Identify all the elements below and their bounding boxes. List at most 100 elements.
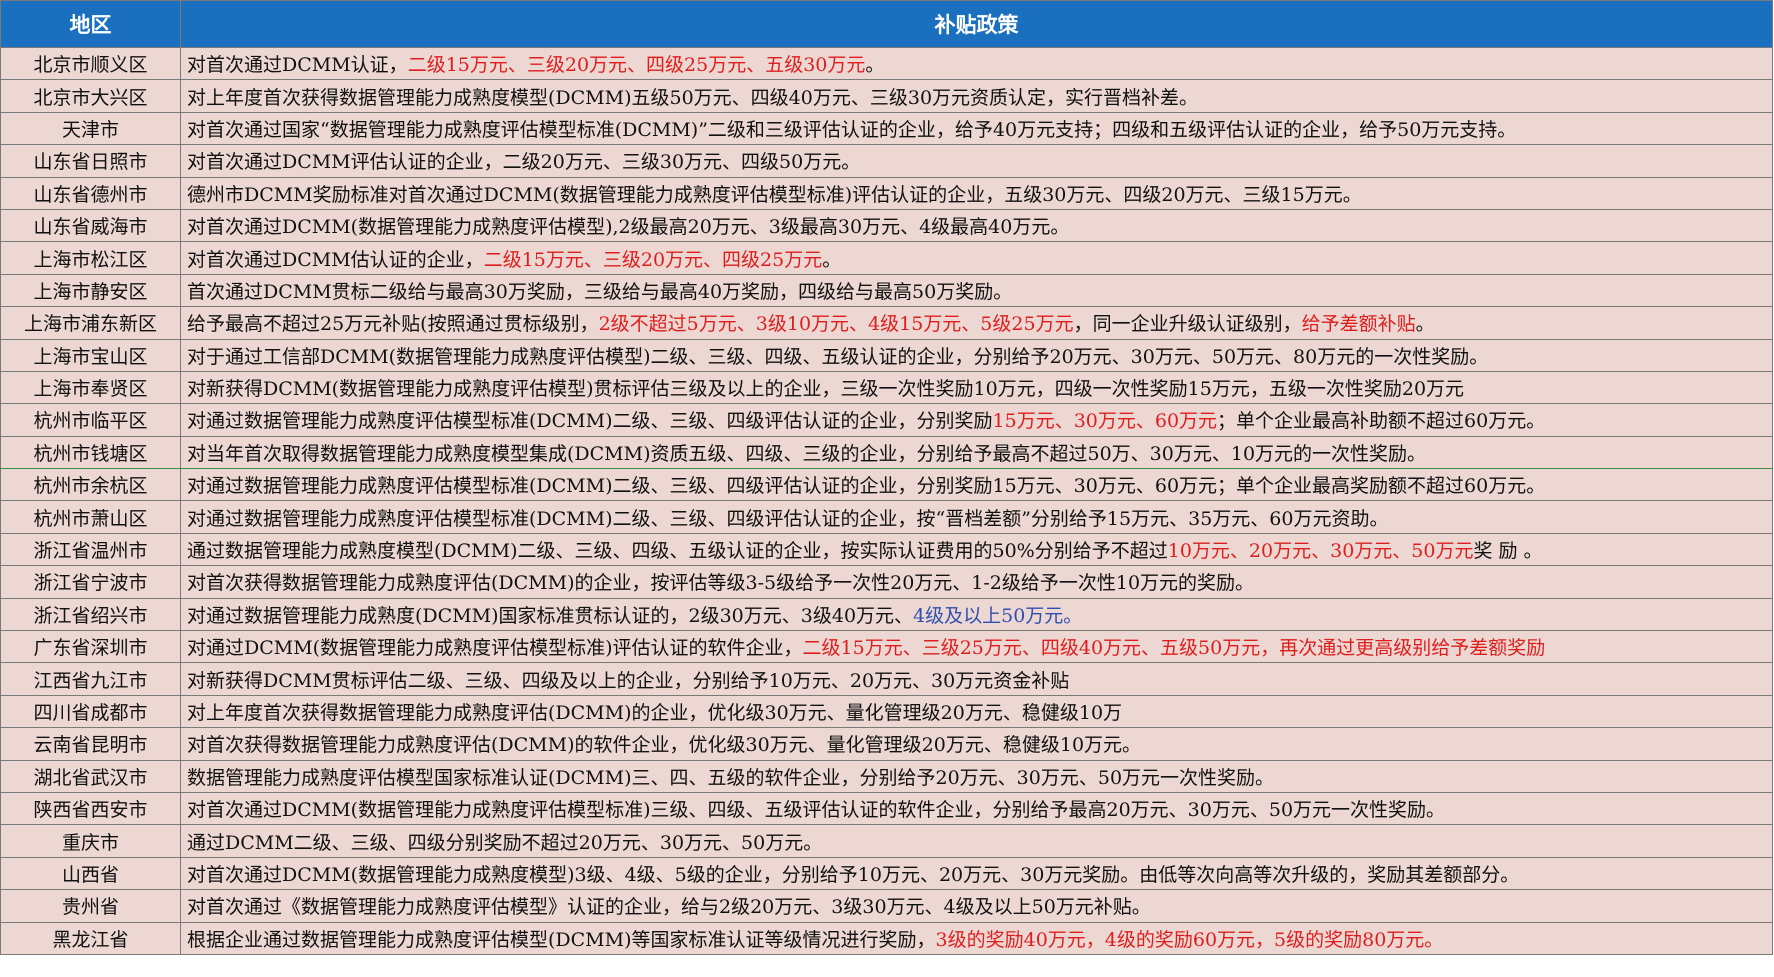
policy-cell[interactable]: 对首次获得数据管理能力成熟度评估(DCMM)的软件企业，优化级30万元、量化管理… bbox=[180, 727, 1773, 761]
region-cell[interactable]: 陕西省西安市 bbox=[0, 791, 181, 826]
region-cell[interactable]: 上海市浦东新区 bbox=[0, 306, 181, 340]
column-header-policy[interactable]: 补贴政策 bbox=[180, 0, 1773, 48]
policy-text: 对首次通过国家“数据管理能力成熟度评估模型标准(DCMM)”二级和三级评估认证的… bbox=[187, 118, 1517, 141]
table-row: 陕西省西安市 对首次通过DCMM(数据管理能力成熟度评估模型标准)三级、四级、五级… bbox=[0, 791, 1773, 826]
policy-text: 对通过DCMM(数据管理能力成熟度评估模型标准)评估认证的软件企业， bbox=[187, 637, 803, 660]
policy-cell[interactable]: 对新获得DCMM贯标评估二级、三级、四级及以上的企业，分别给予10万元、20万元… bbox=[180, 662, 1773, 696]
policy-text: 。 bbox=[822, 248, 842, 271]
policy-cell[interactable]: 对首次通过DCMM(数据管理能力成熟度模型)3级、4级、5级的企业，分别给予10… bbox=[180, 856, 1773, 891]
region-cell[interactable]: 北京市顺义区 bbox=[0, 46, 181, 81]
region-cell[interactable]: 山东省日照市 bbox=[0, 144, 181, 178]
table-row: 山东省日照市 对首次通过DCMM评估认证的企业，二级20万元、三级30万元、四级5… bbox=[0, 144, 1773, 178]
policy-cell[interactable]: 对通过DCMM(数据管理能力成熟度评估模型标准)评估认证的软件企业，二级15万元… bbox=[180, 630, 1773, 664]
region-cell[interactable]: 杭州市萧山区 bbox=[0, 500, 181, 534]
policy-text: ；单个企业最高补助额不超过60万元。 bbox=[1217, 410, 1546, 433]
policy-text: 对首次通过DCMM(数据管理能力成熟度模型)3级、4级、5级的企业，分别给予10… bbox=[187, 863, 1520, 886]
policy-cell[interactable]: 对上年度首次获得数据管理能力成熟度模型(DCMM)五级50万元、四级40万元、三… bbox=[180, 79, 1773, 113]
policy-text: ，同一企业升级认证级别， bbox=[1073, 313, 1302, 336]
table-row: 杭州市萧山区 对通过数据管理能力成熟度评估模型标准(DCMM)二级、三级、四级评估… bbox=[0, 500, 1773, 534]
table-row: 上海市浦东新区 给予最高不超过25万元补贴(按照通过贯标级别，2级不超过5万元、3… bbox=[0, 306, 1773, 340]
policy-cell[interactable]: 对首次通过DCMM评估认证的企业，二级20万元、三级30万元、四级50万元。 bbox=[180, 144, 1773, 178]
table-row: 山西省 对首次通过DCMM(数据管理能力成熟度模型)3级、4级、5级的企业，分别给… bbox=[0, 856, 1773, 891]
policy-cell[interactable]: 对上年度首次获得数据管理能力成熟度评估(DCMM)的企业，优化级30万元、量化管… bbox=[180, 694, 1773, 729]
region-cell[interactable]: 北京市大兴区 bbox=[0, 79, 181, 113]
policy-text: 对首次通过DCMM估认证的企业， bbox=[187, 248, 484, 271]
policy-text: 奖 励 。 bbox=[1473, 540, 1543, 563]
policy-cell[interactable]: 对通过数据管理能力成熟度(DCMM)国家标准贯标认证的，2级30万元、3级40万… bbox=[180, 597, 1773, 632]
policy-cell[interactable]: 给予最高不超过25万元补贴(按照通过贯标级别，2级不超过5万元、3级10万元、4… bbox=[180, 306, 1773, 340]
policy-text: 数据管理能力成熟度评估模型国家标准认证(DCMM)三、四、五级的软件企业，分别给… bbox=[187, 766, 1275, 789]
region-cell[interactable]: 上海市奉贤区 bbox=[0, 370, 181, 405]
policy-text: 对通过数据管理能力成熟度(DCMM)国家标准贯标认证的，2级30万元、3级40万… bbox=[187, 604, 914, 627]
highlighted-text: 3级的奖励40万元，4级的奖励60万元，5级的奖励80万元。 bbox=[935, 928, 1444, 951]
policy-text: 对首次通过DCMM(数据管理能力成熟度评估模型),2级最高20万元、3级最高30… bbox=[187, 216, 1070, 239]
policy-cell[interactable]: 对新获得DCMM(数据管理能力成熟度评估模型)贯标评估三级及以上的企业，三级一次… bbox=[180, 370, 1773, 405]
region-cell[interactable]: 上海市静安区 bbox=[0, 273, 181, 308]
table-row: 浙江省宁波市 对首次获得数据管理能力成熟度评估(DCMM)的企业，按评估等级3-5… bbox=[0, 565, 1773, 599]
region-cell[interactable]: 重庆市 bbox=[0, 824, 181, 858]
region-cell[interactable]: 浙江省绍兴市 bbox=[0, 597, 181, 632]
region-cell[interactable]: 广东省深圳市 bbox=[0, 630, 181, 664]
region-cell[interactable]: 杭州市钱塘区 bbox=[0, 435, 181, 470]
policy-cell[interactable]: 对当年首次取得数据管理能力成熟度模型集成(DCMM)资质五级、四级、三级的企业，… bbox=[180, 435, 1773, 470]
table-row: 云南省昆明市 对首次获得数据管理能力成熟度评估(DCMM)的软件企业，优化级30万… bbox=[0, 727, 1773, 761]
table-row: 上海市宝山区 对于通过工信部DCMM(数据管理能力成熟度评估模型)二级、三级、四级… bbox=[0, 338, 1773, 372]
policy-text: 通过数据管理能力成熟度模型(DCMM)二级、三级、四级、五级认证的企业，按实际认… bbox=[187, 540, 1168, 563]
region-cell[interactable]: 四川省成都市 bbox=[0, 694, 181, 729]
policy-cell[interactable]: 对首次通过国家“数据管理能力成熟度评估模型标准(DCMM)”二级和三级评估认证的… bbox=[180, 111, 1773, 146]
policy-cell[interactable]: 对通过数据管理能力成熟度评估模型标准(DCMM)二级、三级、四级评估认证的企业，… bbox=[180, 403, 1773, 437]
policy-cell[interactable]: 对首次通过DCMM(数据管理能力成熟度评估模型),2级最高20万元、3级最高30… bbox=[180, 208, 1773, 243]
region-cell[interactable]: 江西省九江市 bbox=[0, 662, 181, 696]
region-cell[interactable]: 山东省德州市 bbox=[0, 176, 181, 210]
region-cell[interactable]: 杭州市余杭区 bbox=[0, 468, 181, 502]
highlighted-text: 二级15万元、三级20万元、四级25万元 bbox=[483, 248, 823, 271]
policy-cell[interactable]: 对通过数据管理能力成熟度评估模型标准(DCMM)二级、三级、四级评估认证的企业，… bbox=[180, 500, 1773, 534]
region-cell[interactable]: 山东省威海市 bbox=[0, 208, 181, 243]
policy-cell[interactable]: 对首次获得数据管理能力成熟度评估(DCMM)的企业，按评估等级3-5级给予一次性… bbox=[180, 565, 1773, 599]
policy-cell[interactable]: 对通过数据管理能力成熟度评估模型标准(DCMM)二级、三级、四级评估认证的企业，… bbox=[180, 468, 1773, 502]
region-cell[interactable]: 杭州市临平区 bbox=[0, 403, 181, 437]
column-header-region[interactable]: 地区 bbox=[0, 0, 181, 48]
policy-text: 对当年首次取得数据管理能力成熟度模型集成(DCMM)资质五级、四级、三级的企业，… bbox=[187, 442, 1427, 465]
region-cell[interactable]: 黑龙江省 bbox=[0, 921, 181, 955]
highlighted-text: 10万元、20万元、30万元、50万元 bbox=[1167, 540, 1474, 563]
region-cell[interactable]: 湖北省武汉市 bbox=[0, 759, 181, 793]
region-cell[interactable]: 贵州省 bbox=[0, 889, 181, 923]
region-cell[interactable]: 浙江省宁波市 bbox=[0, 565, 181, 599]
policy-text: 。 bbox=[1415, 313, 1435, 336]
policy-cell[interactable]: 通过DCMM二级、三级、四级分别奖励不超过20万元、30万元、50万元。 bbox=[180, 824, 1773, 858]
policy-cell[interactable]: 对首次通过DCMM认证，二级15万元、三级20万元、四级25万元、五级30万元。 bbox=[180, 46, 1773, 81]
table-row: 上海市静安区 首次通过DCMM贯标二级给与最高30万奖励，三级给与最高40万奖励，… bbox=[0, 273, 1773, 308]
policy-cell[interactable]: 对于通过工信部DCMM(数据管理能力成熟度评估模型)二级、三级、四级、五级认证的… bbox=[180, 338, 1773, 372]
policy-cell[interactable]: 对首次通过《数据管理能力成熟度评估模型》认证的企业，给与2级20万元、3级30万… bbox=[180, 889, 1773, 923]
policy-text: 对首次通过DCMM(数据管理能力成熟度评估模型标准)三级、四级、五级评估认证的软… bbox=[187, 799, 1446, 822]
policy-text: 对首次通过DCMM认证， bbox=[187, 54, 408, 77]
policy-text: 给予最高不超过25万元补贴(按照通过贯标级别， bbox=[187, 313, 599, 336]
table-row: 山东省德州市 德州市DCMM奖励标准对首次通过DCMM(数据管理能力成熟度评估模型… bbox=[0, 176, 1773, 210]
policy-text: 对于通过工信部DCMM(数据管理能力成熟度评估模型)二级、三级、四级、五级认证的… bbox=[187, 345, 1489, 368]
table-row: 四川省成都市 对上年度首次获得数据管理能力成熟度评估(DCMM)的企业，优化级30… bbox=[0, 694, 1773, 729]
policy-text: 对通过数据管理能力成熟度评估模型标准(DCMM)二级、三级、四级评估认证的企业，… bbox=[187, 410, 993, 433]
highlighted-text: 15万元、30万元、60万元 bbox=[992, 410, 1218, 433]
region-cell[interactable]: 山西省 bbox=[0, 856, 181, 891]
table-row: 杭州市余杭区 对通过数据管理能力成熟度评估模型标准(DCMM)二级、三级、四级评估… bbox=[0, 468, 1773, 502]
policy-cell[interactable]: 根据企业通过数据管理能力成熟度评估模型(DCMM)等国家标准认证等级情况进行奖励… bbox=[180, 921, 1773, 955]
policy-cell[interactable]: 对首次通过DCMM(数据管理能力成熟度评估模型标准)三级、四级、五级评估认证的软… bbox=[180, 791, 1773, 826]
region-cell[interactable]: 天津市 bbox=[0, 111, 181, 146]
region-cell[interactable]: 浙江省温州市 bbox=[0, 532, 181, 567]
policy-text: 首次通过DCMM贯标二级给与最高30万奖励，三级给与最高40万奖励，四级给与最高… bbox=[187, 280, 1013, 303]
policy-text: 对新获得DCMM(数据管理能力成熟度评估模型)贯标评估三级及以上的企业，三级一次… bbox=[187, 378, 1465, 401]
table-row: 杭州市临平区 对通过数据管理能力成熟度评估模型标准(DCMM)二级、三级、四级评估… bbox=[0, 403, 1773, 437]
region-cell[interactable]: 上海市松江区 bbox=[0, 241, 181, 275]
header-row: 地区 补贴政策 bbox=[0, 0, 1773, 48]
policy-cell[interactable]: 数据管理能力成熟度评估模型国家标准认证(DCMM)三、四、五级的软件企业，分别给… bbox=[180, 759, 1773, 793]
policy-cell[interactable]: 德州市DCMM奖励标准对首次通过DCMM(数据管理能力成熟度评估模型标准)评估认… bbox=[180, 176, 1773, 210]
table-body: 北京市顺义区 对首次通过DCMM认证，二级15万元、三级20万元、四级25万元、五… bbox=[0, 46, 1773, 955]
table-row: 上海市松江区 对首次通过DCMM估认证的企业，二级15万元、三级20万元、四级25… bbox=[0, 241, 1773, 275]
region-cell[interactable]: 云南省昆明市 bbox=[0, 727, 181, 761]
policy-cell[interactable]: 对首次通过DCMM估认证的企业，二级15万元、三级20万元、四级25万元。 bbox=[180, 241, 1773, 275]
region-cell[interactable]: 上海市宝山区 bbox=[0, 338, 181, 372]
policy-cell[interactable]: 通过数据管理能力成熟度模型(DCMM)二级、三级、四级、五级认证的企业，按实际认… bbox=[180, 532, 1773, 567]
table-row: 广东省深圳市 对通过DCMM(数据管理能力成熟度评估模型标准)评估认证的软件企业，… bbox=[0, 630, 1773, 664]
policy-cell[interactable]: 首次通过DCMM贯标二级给与最高30万奖励，三级给与最高40万奖励，四级给与最高… bbox=[180, 273, 1773, 308]
